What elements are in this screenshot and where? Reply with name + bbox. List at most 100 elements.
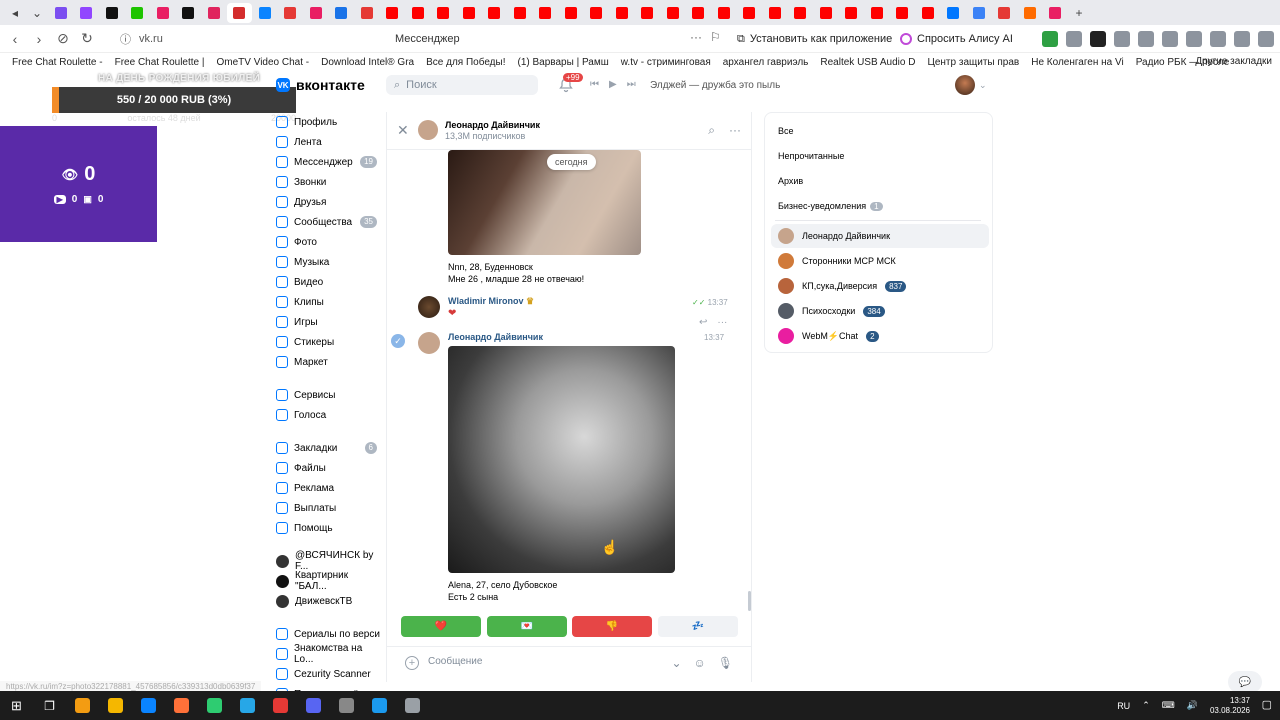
browser-tab[interactable] <box>150 3 176 23</box>
browser-tab[interactable] <box>533 3 559 23</box>
search-input[interactable]: ⌕ Поиск <box>386 75 538 95</box>
reply-icon[interactable]: ↩ <box>699 317 707 328</box>
community-item[interactable]: Квартирник "БАЛ... <box>276 570 381 592</box>
nav-item[interactable]: Закладки 6 <box>276 438 381 458</box>
sender-name[interactable]: Wladimir Mironov ♛ <box>448 296 534 307</box>
taskbar-app-button[interactable] <box>132 691 165 720</box>
nav-item[interactable]: Знакомства на Lo... <box>276 643 381 665</box>
browser-tab[interactable] <box>711 3 737 23</box>
browser-tab[interactable] <box>635 3 661 23</box>
nav-item[interactable]: Лента <box>276 132 381 152</box>
message-photo[interactable] <box>448 150 641 255</box>
taskbar-app-button[interactable] <box>99 691 132 720</box>
browser-tab[interactable] <box>99 3 125 23</box>
more-icon[interactable]: ··· <box>717 317 727 328</box>
browser-tab[interactable] <box>1017 3 1043 23</box>
nav-item[interactable]: Cezurity Scanner <box>276 664 381 684</box>
new-tab-button[interactable]: + <box>1068 3 1090 23</box>
reaction-button[interactable]: 👎 <box>572 616 652 637</box>
browser-tab[interactable] <box>864 3 890 23</box>
chat-avatar[interactable] <box>418 120 438 140</box>
install-app-button[interactable]: ⧉ Установить как приложение <box>737 29 892 49</box>
more-icon[interactable]: ··· <box>690 30 702 44</box>
bookmark-item[interactable]: Realtek USB Audio D <box>814 57 921 68</box>
nav-item[interactable]: Фото <box>276 232 381 252</box>
browser-tab[interactable] <box>329 3 355 23</box>
browser-tab[interactable] <box>125 3 151 23</box>
play-icon[interactable]: ▶ <box>609 79 617 90</box>
reload-button[interactable]: ↻ <box>75 27 99 51</box>
browser-tab[interactable] <box>456 3 482 23</box>
url-field[interactable]: ⓘ vk.ru <box>120 29 410 49</box>
nav-item[interactable]: Звонки <box>276 172 381 192</box>
extension-icon[interactable] <box>1186 31 1202 47</box>
browser-tab[interactable] <box>252 3 278 23</box>
extension-icon[interactable] <box>1114 31 1130 47</box>
community-item[interactable]: @ВСЯЧИНСК by F... <box>276 550 381 572</box>
browser-tab[interactable] <box>558 3 584 23</box>
bookmark-item[interactable]: Центр защиты прав <box>921 57 1025 68</box>
browser-tab[interactable] <box>788 3 814 23</box>
nav-item[interactable]: Файлы <box>276 458 381 478</box>
taskbar-app-button[interactable] <box>396 691 429 720</box>
clock[interactable]: 13:37 03.08.2026 <box>1210 696 1250 716</box>
browser-tab[interactable] <box>762 3 788 23</box>
dialog-item[interactable]: Психосходки 384 <box>771 299 989 323</box>
browser-tab[interactable] <box>354 3 380 23</box>
taskbar-app-button[interactable] <box>231 691 264 720</box>
selected-check-icon[interactable]: ✓ <box>391 334 405 348</box>
browser-tab[interactable] <box>303 3 329 23</box>
browser-tab[interactable] <box>915 3 941 23</box>
dialog-item[interactable]: КП,сука,Диверсия 837 <box>771 274 989 298</box>
browser-tab[interactable] <box>941 3 967 23</box>
browser-tab[interactable] <box>737 3 763 23</box>
nav-item[interactable]: Стикеры <box>276 332 381 352</box>
dialog-filter[interactable]: Непрочитанные <box>778 151 844 161</box>
browser-tab[interactable] <box>431 3 457 23</box>
vk-logo[interactable]: VK вконтакте <box>276 77 365 93</box>
keyboard-icon[interactable]: ⌨ <box>1162 700 1175 711</box>
bookmark-item[interactable]: архангел гавриэль <box>717 57 815 68</box>
taskbar-app-button[interactable] <box>198 691 231 720</box>
tab-list-chevron-icon[interactable]: ⌄ <box>26 3 48 23</box>
nav-item[interactable]: Помощь <box>276 518 381 538</box>
browser-tab[interactable] <box>1043 3 1069 23</box>
browser-tab[interactable] <box>584 3 610 23</box>
close-chat-icon[interactable]: ✕ <box>397 122 409 139</box>
bookmark-icon[interactable]: ⚐ <box>710 30 721 44</box>
message-photo[interactable] <box>448 346 675 573</box>
protect-icon[interactable]: ⊘ <box>51 27 75 51</box>
taskbar-app-button[interactable] <box>330 691 363 720</box>
extension-icon[interactable] <box>1258 31 1274 47</box>
browser-tab[interactable] <box>686 3 712 23</box>
browser-tab[interactable] <box>405 3 431 23</box>
nav-item[interactable]: Друзья <box>276 192 381 212</box>
browser-tab[interactable] <box>201 3 227 23</box>
attach-icon[interactable]: + <box>405 656 419 670</box>
nav-item[interactable]: Сериалы по верси <box>276 624 381 644</box>
browser-tab[interactable] <box>890 3 916 23</box>
chat-name[interactable]: Леонардо Дайвинчик <box>445 120 540 130</box>
more-icon[interactable]: ··· <box>729 123 741 138</box>
forward-button[interactable]: › <box>27 27 51 51</box>
current-track[interactable]: Элджей — дружба это пыль <box>650 80 780 91</box>
notifications-icon[interactable]: ▢ <box>1262 698 1272 711</box>
extension-icon[interactable] <box>1162 31 1178 47</box>
other-bookmarks[interactable]: Другие закладки <box>1195 56 1272 67</box>
browser-tab[interactable] <box>660 3 686 23</box>
nav-item[interactable]: Маркет <box>276 352 381 372</box>
tray-chevron-icon[interactable]: ⌃ <box>1142 700 1150 711</box>
back-button[interactable]: ‹ <box>3 27 27 51</box>
dialog-item[interactable]: WebM⚡Chat 2 <box>771 324 989 348</box>
nav-item[interactable]: Клипы <box>276 292 381 312</box>
extension-icon[interactable] <box>1234 31 1250 47</box>
dialog-filter[interactable]: Все <box>778 126 794 136</box>
dialog-item[interactable]: Сторонники МСР МСК <box>771 249 989 273</box>
chat-bubble-icon[interactable]: 💬 <box>1228 671 1262 693</box>
message-input[interactable]: Сообщение <box>428 656 482 667</box>
next-track-icon[interactable]: ⏭ <box>627 79 636 90</box>
nav-item[interactable]: Игры <box>276 312 381 332</box>
community-item[interactable]: ДвижевскТВ <box>276 591 381 611</box>
user-avatar[interactable] <box>955 75 975 95</box>
emoji-icon[interactable]: ☺ <box>694 656 706 670</box>
